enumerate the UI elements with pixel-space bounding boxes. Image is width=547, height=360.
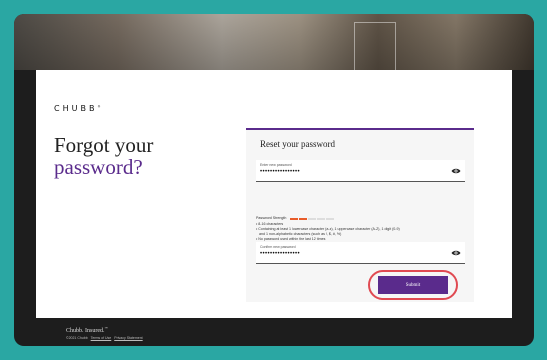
new-password-field[interactable]: Enter new password ••••••••••••••••: [256, 160, 465, 182]
confirm-password-value[interactable]: ••••••••••••••••: [260, 251, 300, 257]
panel-title: Reset your password: [260, 139, 335, 149]
tagline-text: Chubb. Insured.: [66, 328, 105, 334]
new-password-value[interactable]: ••••••••••••••••: [260, 169, 300, 175]
submit-highlight: Submit: [368, 270, 458, 300]
eye-icon[interactable]: [451, 249, 461, 257]
strength-segment: [308, 217, 317, 220]
page-card: CHUBB® Forgot your password? Reset your …: [36, 70, 512, 318]
strength-segment: [326, 217, 335, 220]
page-title: Forgot your password?: [54, 134, 153, 178]
password-rules: • 8-16 characters • Containing at least …: [256, 222, 465, 242]
chubb-logo: CHUBB®: [54, 104, 100, 113]
logo-mark: ®: [97, 104, 101, 109]
strength-segment: [299, 217, 308, 220]
submit-button[interactable]: Submit: [378, 276, 448, 294]
privacy-link[interactable]: Privacy Statement: [114, 336, 142, 340]
strength-segment: [290, 217, 299, 220]
footer-links: ©2021 Chubb Terms of Use Privacy Stateme…: [66, 336, 143, 340]
browser-frame: CHUBB® Forgot your password? Reset your …: [14, 14, 534, 346]
title-line-1: Forgot your: [54, 133, 154, 157]
hero-photo: [14, 14, 534, 71]
terms-link[interactable]: Terms of Use: [91, 336, 112, 340]
title-line-2: password?: [54, 155, 143, 179]
password-strength: Password Strength • 8-16 characters • Co…: [256, 216, 465, 242]
strength-meter: [290, 217, 335, 220]
eye-icon[interactable]: [451, 167, 461, 175]
strength-label: Password Strength: [256, 216, 287, 220]
confirm-password-label: Confirm new password: [260, 245, 296, 249]
new-password-label: Enter new password: [260, 163, 292, 167]
confirm-password-field[interactable]: Confirm new password ••••••••••••••••: [256, 242, 465, 264]
footer-tagline: Chubb. Insured.™: [66, 326, 107, 334]
strength-segment: [317, 217, 326, 220]
copyright: ©2021 Chubb: [66, 336, 88, 340]
logo-text: CHUBB: [54, 104, 98, 113]
tagline-mark: ™: [104, 326, 108, 330]
reset-password-panel: Reset your password Enter new password •…: [246, 128, 474, 302]
